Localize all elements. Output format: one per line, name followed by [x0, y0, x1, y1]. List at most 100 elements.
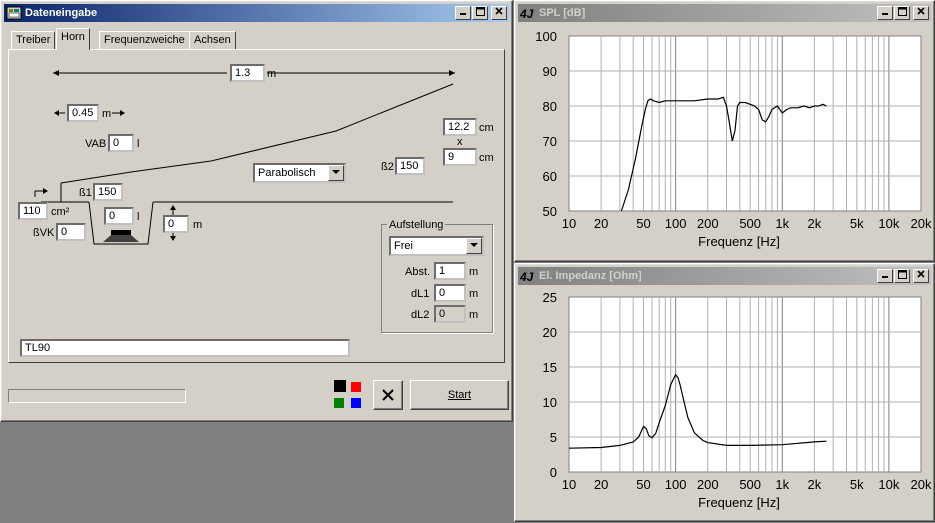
x-tick-label: 1k: [775, 477, 789, 492]
x-tick-label: 10: [562, 477, 576, 492]
x-tick-label: 50: [636, 477, 650, 492]
aufstellung-title: Aufstellung: [387, 219, 446, 231]
dropdown-arrow-icon[interactable]: [466, 238, 482, 254]
y-tick-label: 20: [543, 325, 557, 340]
vab-unit: l: [137, 138, 140, 150]
color-swatch-green[interactable]: [334, 398, 344, 408]
x-tick-label: 20k: [911, 477, 932, 492]
tab-horn[interactable]: Horn: [56, 28, 90, 50]
mouth-height-unit: cm: [479, 152, 494, 164]
maximize-button[interactable]: [894, 6, 910, 20]
progress-bar: [8, 389, 186, 403]
dialog-window: Dateneingabe Treiber Horn Frequenzweiche…: [0, 0, 513, 422]
spl-titlebar[interactable]: 4J SPL [dB]: [518, 4, 931, 22]
x-tick-label: 5k: [850, 477, 864, 492]
vab-label: VAB: [85, 138, 107, 150]
throat-area-input[interactable]: 110: [18, 202, 48, 220]
throat-area-unit: cm²: [51, 206, 70, 218]
times-sign: x: [457, 136, 463, 148]
x-tick-label: 10k: [878, 216, 899, 231]
x-tick-label: 20k: [911, 216, 932, 231]
x-tick-label: 200: [697, 216, 719, 231]
dl2-input: 0: [434, 305, 466, 323]
b2-label: ß2: [381, 161, 394, 173]
impedance-chart: 252015105010 20 50 100 200 500 1k 2k 5k 10k 20kFre…: [543, 290, 932, 510]
app-logo-icon: 4J: [519, 5, 536, 21]
x-tick-label: 10: [562, 216, 576, 231]
x-tick-label: 50: [636, 216, 650, 231]
dl1-label: dL1: [411, 288, 430, 300]
spl-window: 4J SPL [dB] 100 90 80 70 60 50 10 20 50 100 200 500…: [514, 0, 935, 262]
x-tick-label: 200: [697, 477, 719, 492]
color-swatch-blue[interactable]: [351, 398, 361, 408]
close-button[interactable]: [913, 6, 929, 20]
horn-shape-value: Parabolisch: [258, 167, 316, 179]
y-tick-label: 5: [550, 430, 557, 445]
horn-length-input[interactable]: 1.3: [230, 64, 265, 82]
bvk-input[interactable]: 0: [56, 223, 86, 241]
dl1-input[interactable]: 0: [434, 284, 466, 302]
y-tick-label: 60: [543, 169, 557, 184]
color-swatch-red[interactable]: [351, 382, 361, 392]
x-tick-label: 100: [665, 216, 687, 231]
app-logo-icon: 4J: [519, 268, 536, 284]
dl2-label: dL2: [411, 309, 430, 321]
x-axis-label: Frequenz [Hz]: [698, 495, 780, 510]
horn-shape-dropdown[interactable]: Parabolisch: [253, 163, 346, 183]
offset-input[interactable]: 0.45: [67, 104, 99, 122]
mouth-width-input[interactable]: 12.2: [443, 118, 477, 136]
impedance-window: 4J El. Impedanz [Ohm] 25 20 15 10 5 0 10 20 50 10…: [514, 263, 935, 522]
x-tick-label: 500: [739, 477, 761, 492]
close-button[interactable]: [913, 269, 929, 283]
mouth-height-input[interactable]: 9: [443, 148, 477, 166]
abst-input[interactable]: 1: [434, 262, 466, 280]
driver-offset-unit: m: [193, 219, 203, 231]
b1-label: ß1: [79, 187, 92, 199]
y-tick-label: 90: [543, 64, 557, 79]
start-button-label: Start: [447, 389, 472, 401]
dl1-unit: m: [469, 288, 479, 300]
minimize-button[interactable]: [877, 269, 893, 283]
maximize-button[interactable]: [894, 269, 910, 283]
x-icon: [382, 389, 394, 401]
offset-unit: m: [102, 108, 112, 120]
chamber-unit: l: [137, 211, 140, 223]
horn-length-unit: m: [267, 68, 277, 80]
b1-input[interactable]: 150: [93, 183, 123, 201]
impedance-title: El. Impedanz [Ohm]: [539, 270, 642, 282]
x-tick-label: 10k: [878, 477, 899, 492]
start-button[interactable]: Start: [410, 380, 509, 410]
abst-unit: m: [469, 266, 479, 278]
aufstellung-dropdown[interactable]: Frei: [389, 236, 484, 256]
vab-input[interactable]: 0: [108, 134, 134, 152]
y-tick-label: 80: [543, 99, 557, 114]
x-tick-label: 20: [594, 477, 608, 492]
x-tick-label: 500: [739, 216, 761, 231]
x-tick-label: 2k: [807, 216, 821, 231]
impedance-titlebar[interactable]: 4J El. Impedanz [Ohm]: [518, 267, 931, 285]
abst-label: Abst.: [405, 266, 431, 278]
x-axis-label: Frequenz [Hz]: [698, 234, 780, 249]
x-tick-label: 1k: [775, 216, 789, 231]
dl2-unit: m: [469, 309, 479, 321]
cancel-button[interactable]: [373, 380, 403, 410]
minimize-button[interactable]: [877, 6, 893, 20]
spl-title: SPL [dB]: [539, 7, 586, 19]
y-tick-label: 100: [535, 29, 557, 44]
chamber-input[interactable]: 0: [104, 207, 134, 225]
spl-chart: 100 90 80 70 60 50 10 20 50 100 200 500 1k 2k 5k 10k 20k…: [535, 29, 932, 249]
x-tick-label: 100: [665, 477, 687, 492]
plot-area: [568, 35, 922, 212]
y-tick-label: 10: [543, 395, 557, 410]
b2-input[interactable]: 150: [395, 157, 425, 175]
name-input[interactable]: TL90: [20, 339, 350, 357]
dropdown-arrow-icon[interactable]: [328, 165, 344, 181]
x-tick-label: 20: [594, 216, 608, 231]
driver-offset-input[interactable]: 0: [163, 215, 189, 233]
x-tick-label: 5k: [850, 216, 864, 231]
y-tick-label: 50: [543, 204, 557, 219]
color-swatch-black[interactable]: [334, 380, 346, 392]
y-tick-label: 15: [543, 360, 557, 375]
y-tick-label: 0: [550, 465, 557, 480]
bvk-label: ßVK: [33, 227, 55, 239]
